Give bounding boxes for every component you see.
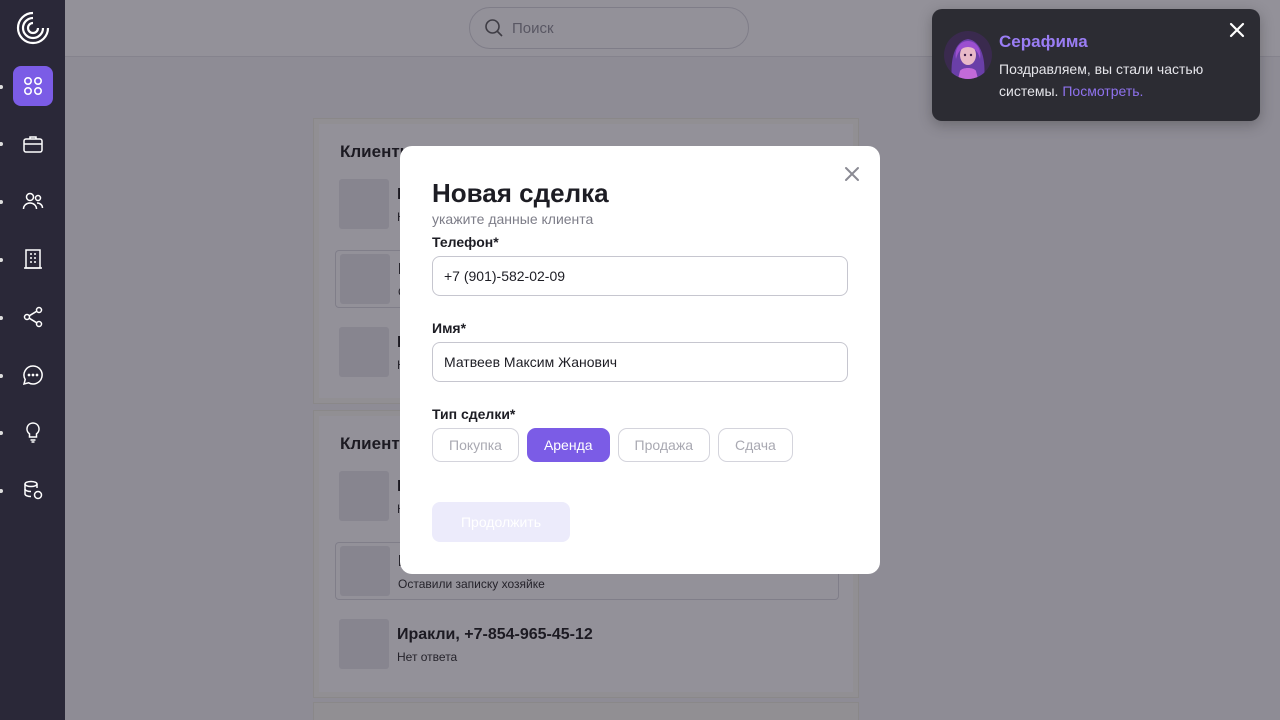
continue-button[interactable]: Продолжить [432, 502, 570, 542]
phone-label: Телефон* [432, 234, 499, 250]
notification-message: Поздравляем, вы стали частью системы. По… [999, 58, 1239, 102]
sidebar-indicator [0, 85, 3, 89]
grid-icon [23, 76, 43, 96]
lightbulb-icon [26, 422, 40, 443]
sidebar [0, 0, 65, 720]
sidebar-item-briefcase[interactable] [13, 124, 53, 164]
avatar-image [944, 31, 992, 79]
sidebar-indicator [0, 316, 3, 320]
sidebar-item-dashboard[interactable] [13, 66, 53, 106]
briefcase-icon [23, 136, 43, 153]
sidebar-indicator [0, 431, 3, 435]
deal-type-purchase[interactable]: Покупка [432, 428, 519, 462]
name-field[interactable] [432, 342, 848, 382]
phone-field[interactable] [432, 256, 848, 296]
modal-subtitle: укажите данные клиента [432, 211, 594, 227]
sidebar-item-ideas[interactable] [13, 412, 53, 452]
sidebar-item-database[interactable] [13, 470, 53, 510]
sidebar-indicator [0, 374, 3, 378]
deal-type-sale[interactable]: Продажа [617, 428, 710, 462]
sidebar-indicator [0, 489, 3, 493]
deal-type-rent[interactable]: Аренда [526, 428, 610, 462]
sidebar-item-buildings[interactable] [13, 239, 53, 279]
sidebar-item-clients[interactable] [13, 181, 53, 221]
name-label: Имя* [432, 320, 467, 336]
avatar [944, 31, 992, 79]
sidebar-item-share[interactable] [13, 297, 53, 337]
sidebar-indicator [0, 258, 3, 262]
notification-view-link[interactable]: Посмотреть. [1062, 83, 1143, 99]
users-icon [22, 192, 44, 210]
close-icon[interactable] [843, 165, 861, 183]
deal-type-lease-out[interactable]: Сдача [717, 428, 793, 462]
database-icon [24, 480, 43, 500]
deal-type-label: Тип сделки* [432, 406, 516, 422]
close-icon[interactable] [1229, 22, 1245, 38]
building-icon [24, 249, 42, 269]
chat-icon [22, 365, 43, 386]
sidebar-indicator [0, 200, 3, 204]
sidebar-item-chat[interactable] [13, 355, 53, 395]
app-logo-icon[interactable] [16, 11, 50, 45]
deal-type-options: Покупка Аренда Продажа Сдача [432, 428, 793, 462]
notification-sender: Серафима [999, 32, 1088, 51]
new-deal-modal: Новая сделка укажите данные клиента Теле… [400, 146, 880, 574]
modal-title: Новая сделка [432, 178, 609, 208]
notification-toast: Серафима Поздравляем, вы стали частью си… [932, 9, 1260, 121]
sidebar-indicator [0, 142, 3, 146]
share-icon [23, 306, 43, 328]
